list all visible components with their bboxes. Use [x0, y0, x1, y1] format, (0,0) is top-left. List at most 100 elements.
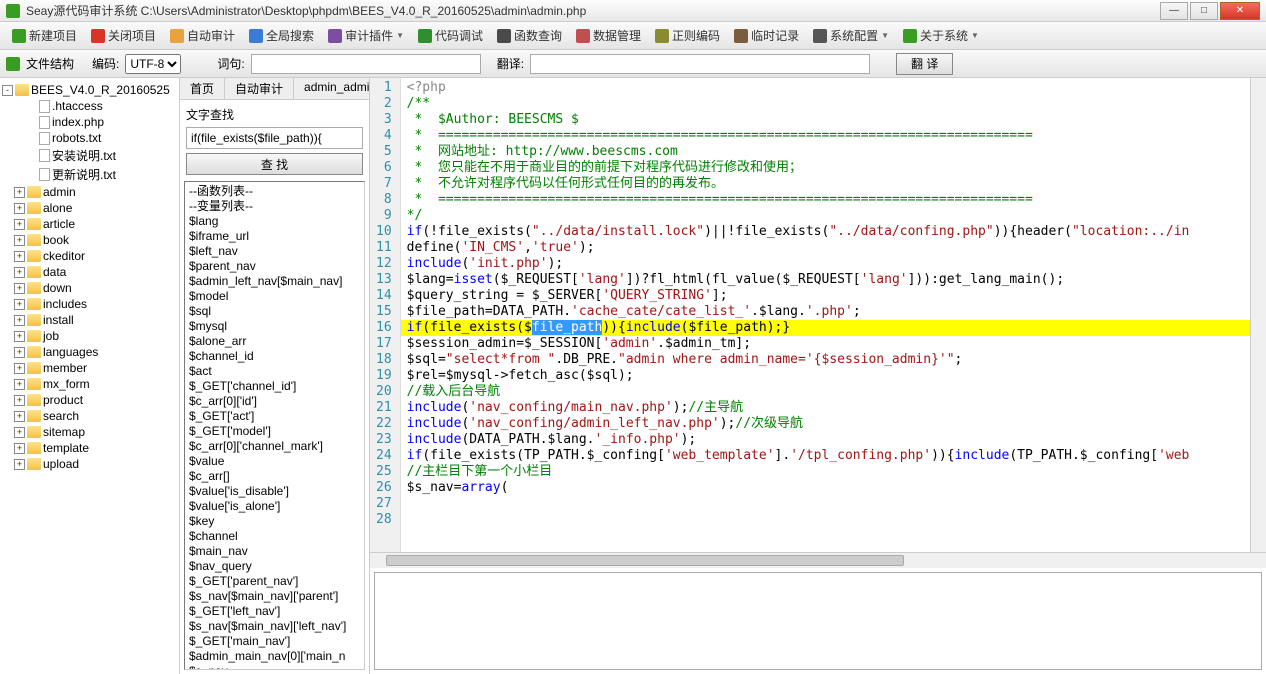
list-item[interactable]: $lang	[187, 214, 362, 229]
code-line[interactable]: //主栏目下第一个小栏目	[401, 464, 1250, 480]
code-line[interactable]: $query_string = $_SERVER['QUERY_STRING']…	[401, 288, 1250, 304]
tree-node[interactable]: +product	[2, 392, 177, 408]
expand-icon[interactable]	[26, 101, 37, 112]
code-line[interactable]: * $Author: BEESCMS $	[401, 112, 1250, 128]
expand-icon[interactable]: +	[14, 251, 25, 262]
code-line[interactable]: $file_path=DATA_PATH.'cache_cate/cate_li…	[401, 304, 1250, 320]
tree-node[interactable]: +alone	[2, 200, 177, 216]
list-item[interactable]: $c_arr[0]['channel_mark']	[187, 439, 362, 454]
expand-icon[interactable]: +	[14, 363, 25, 374]
list-item[interactable]: $key	[187, 514, 362, 529]
code-line[interactable]: $session_admin=$_SESSION['admin'.$admin_…	[401, 336, 1250, 352]
list-item[interactable]: $channel	[187, 529, 362, 544]
tree-node[interactable]: 安装说明.txt	[2, 146, 177, 165]
tree-node[interactable]: +member	[2, 360, 177, 376]
code-line[interactable]: * ======================================…	[401, 192, 1250, 208]
expand-icon[interactable]: +	[14, 299, 25, 310]
code-line[interactable]: $rel=$mysql->fetch_asc($sql);	[401, 368, 1250, 384]
list-item[interactable]: $_GET['channel_id']	[187, 379, 362, 394]
tree-node[interactable]: +down	[2, 280, 177, 296]
toolbar-临时记录[interactable]: 临时记录	[728, 25, 805, 46]
toolbar-数据管理[interactable]: 数据管理	[570, 25, 647, 46]
toolbar-代码调试[interactable]: 代码调试	[412, 25, 489, 46]
list-item[interactable]: $main_nav	[187, 544, 362, 559]
list-item[interactable]: $model	[187, 289, 362, 304]
expand-icon[interactable]: +	[14, 331, 25, 342]
code-line[interactable]: if(file_exists(TP_PATH.$_confing['web_te…	[401, 448, 1250, 464]
list-item[interactable]: $_GET['parent_nav']	[187, 574, 362, 589]
code-line[interactable]: include('nav_confing/admin_left_nav.php'…	[401, 416, 1250, 432]
list-item[interactable]: $_GET['main_nav']	[187, 634, 362, 649]
translate-input[interactable]	[530, 54, 870, 74]
list-item[interactable]: $c_arr[]	[187, 469, 362, 484]
expand-icon[interactable]: +	[14, 395, 25, 406]
list-item[interactable]: $sql	[187, 304, 362, 319]
list-item[interactable]: $admin_left_nav[$main_nav]	[187, 274, 362, 289]
code-line[interactable]: if(file_exists($file_path)){include($fil…	[401, 320, 1250, 336]
code-line[interactable]: $s_nav=array(	[401, 480, 1250, 496]
tab-首页[interactable]: 首页	[180, 78, 225, 99]
tree-node[interactable]: +data	[2, 264, 177, 280]
code-line[interactable]: define('IN_CMS','true');	[401, 240, 1250, 256]
expand-icon[interactable]	[26, 133, 37, 144]
expand-icon[interactable]: +	[14, 411, 25, 422]
list-item[interactable]: $s_nav[$main_nav]['left_nav']	[187, 619, 362, 634]
tree-node[interactable]: +mx_form	[2, 376, 177, 392]
expand-icon[interactable]	[26, 117, 37, 128]
toolbar-新建项目[interactable]: 新建项目	[6, 25, 83, 46]
list-item[interactable]: $mysql	[187, 319, 362, 334]
tab-admin_admin.php[interactable]: admin_admin.php	[294, 78, 369, 99]
tree-node[interactable]: +sitemap	[2, 424, 177, 440]
tree-node[interactable]: -BEES_V4.0_R_20160525	[2, 82, 177, 98]
expand-icon[interactable]	[26, 169, 37, 180]
tree-node[interactable]: +search	[2, 408, 177, 424]
tree-node[interactable]: +admin	[2, 184, 177, 200]
tree-node[interactable]: +upload	[2, 456, 177, 472]
toolbar-关于系统[interactable]: 关于系统▼	[897, 25, 985, 46]
code-line[interactable]: * 网站地址: http://www.beescms.com	[401, 144, 1250, 160]
expand-icon[interactable]: +	[14, 443, 25, 454]
tree-node[interactable]: +ckeditor	[2, 248, 177, 264]
list-item[interactable]: $channel_id	[187, 349, 362, 364]
expand-icon[interactable]	[26, 150, 37, 161]
code-line[interactable]: if(!file_exists("../data/install.lock")|…	[401, 224, 1250, 240]
code-line[interactable]: * 您只能在不用于商业目的的前提下对程序代码进行修改和使用；	[401, 160, 1250, 176]
tree-node[interactable]: +article	[2, 216, 177, 232]
code-line[interactable]: include('init.php');	[401, 256, 1250, 272]
list-item[interactable]: $left_nav	[187, 244, 362, 259]
tree-node[interactable]: 更新说明.txt	[2, 165, 177, 184]
expand-icon[interactable]: +	[14, 459, 25, 470]
list-item[interactable]: $parent_nav	[187, 259, 362, 274]
expand-icon[interactable]: +	[14, 235, 25, 246]
code-line[interactable]: $sql="select*from ".DB_PRE."admin where …	[401, 352, 1250, 368]
translate-button[interactable]: 翻 译	[896, 53, 953, 75]
encoding-select[interactable]: UTF-8	[125, 54, 181, 74]
expand-icon[interactable]: +	[14, 379, 25, 390]
list-item[interactable]: $_GET['act']	[187, 409, 362, 424]
horizontal-scrollbar[interactable]	[370, 552, 1266, 568]
code-line[interactable]: //载入后台导航	[401, 384, 1250, 400]
code-editor[interactable]: 1234567891011121314151617181920212223242…	[370, 78, 1266, 552]
list-item[interactable]: $value	[187, 454, 362, 469]
toolbar-函数查询[interactable]: 函数查询	[491, 25, 568, 46]
code-line[interactable]: * ======================================…	[401, 128, 1250, 144]
toolbar-正则编码[interactable]: 正则编码	[649, 25, 726, 46]
toolbar-系统配置[interactable]: 系统配置▼	[807, 25, 895, 46]
expand-icon[interactable]: +	[14, 283, 25, 294]
toolbar-全局搜索[interactable]: 全局搜索	[243, 25, 320, 46]
list-item[interactable]: $s_nav	[187, 664, 362, 670]
toolbar-自动审计[interactable]: 自动审计	[164, 25, 241, 46]
expand-icon[interactable]: -	[2, 85, 13, 96]
expand-icon[interactable]: +	[14, 427, 25, 438]
variable-list[interactable]: --函数列表----变量列表--$lang$iframe_url$left_na…	[184, 181, 365, 670]
tree-node[interactable]: +install	[2, 312, 177, 328]
list-item[interactable]: $_GET['model']	[187, 424, 362, 439]
tab-自动审计[interactable]: 自动审计	[225, 78, 294, 99]
tree-node[interactable]: +job	[2, 328, 177, 344]
search-input[interactable]	[186, 127, 363, 149]
list-item[interactable]: $value['is_alone']	[187, 499, 362, 514]
list-item[interactable]: $s_nav[$main_nav]['parent']	[187, 589, 362, 604]
list-item[interactable]: $value['is_disable']	[187, 484, 362, 499]
search-button[interactable]: 查 找	[186, 153, 363, 175]
list-item[interactable]: $_GET['left_nav']	[187, 604, 362, 619]
